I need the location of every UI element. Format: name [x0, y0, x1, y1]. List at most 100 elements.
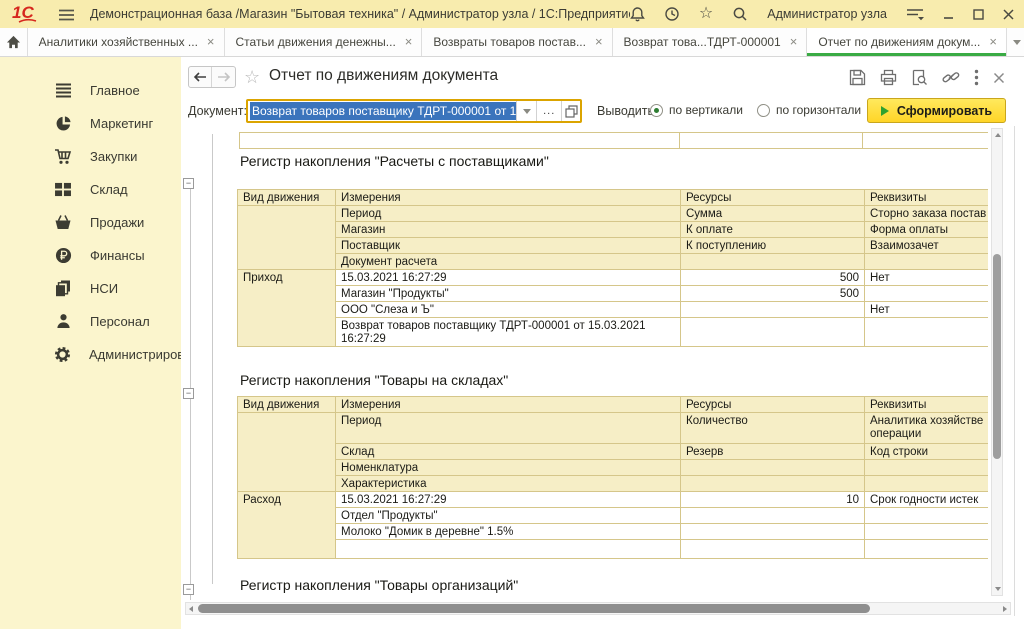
sidebar-item-label: НСИ: [90, 281, 118, 296]
service-menu-icon[interactable]: [906, 7, 924, 21]
column-header: Ресурсы: [681, 397, 865, 413]
tab-label: Возвраты товаров постав...: [433, 35, 586, 49]
notifications-bell-icon[interactable]: [630, 6, 645, 22]
vertical-scroll-thumb[interactable]: [993, 254, 1001, 459]
close-window-button[interactable]: [1003, 9, 1014, 20]
1c-logo[interactable]: 1С: [12, 3, 46, 25]
table-cell: Характеристика: [336, 476, 681, 492]
radio-label: по горизонтали: [776, 103, 861, 117]
maximize-button[interactable]: [973, 9, 984, 20]
column-header: Вид движения: [238, 190, 336, 206]
back-button[interactable]: [189, 67, 212, 87]
document-dropdown-button[interactable]: [516, 101, 536, 121]
sidebar-item-marketing[interactable]: Маркетинг: [0, 108, 181, 138]
grid-icon: [54, 181, 72, 198]
column-header: Реквизиты: [865, 190, 989, 206]
table-row-partial: [239, 132, 988, 149]
tab-cashflow-items[interactable]: Статьи движения денежны... ×: [225, 28, 423, 56]
user-name[interactable]: Администратор узла: [767, 7, 887, 21]
register-title-org-goods: Регистр накопления "Товары организаций": [240, 577, 518, 593]
radio-vertical[interactable]: по вертикали: [650, 103, 743, 117]
horizontal-scroll-thumb[interactable]: [198, 604, 870, 613]
history-icon[interactable]: [664, 6, 680, 22]
scroll-right-icon[interactable]: [1003, 606, 1007, 612]
tab-close-icon[interactable]: ×: [405, 36, 413, 48]
more-menu-icon[interactable]: [974, 69, 979, 86]
minimize-button[interactable]: [943, 9, 954, 20]
titlebar: 1С Демонстрационная база /Магазин "Бытов…: [0, 0, 1024, 28]
table-cell: Резерв: [681, 444, 865, 460]
print-icon[interactable]: [880, 69, 897, 86]
horizontal-scrollbar[interactable]: [185, 602, 1011, 615]
movement-type-income: Приход: [238, 270, 336, 347]
column-header: Измерения: [336, 190, 681, 206]
table-cell: [681, 540, 865, 559]
tab-bar: Аналитики хозяйственных ... × Статьи дви…: [0, 28, 1024, 57]
tab-return-document[interactable]: Возврат това...ТДРТ-000001 ×: [613, 28, 808, 56]
generate-button[interactable]: Сформировать: [867, 98, 1006, 123]
chevron-down-icon: [1013, 40, 1021, 45]
table-cell: [238, 413, 336, 492]
close-form-icon[interactable]: [993, 72, 1005, 84]
vertical-scrollbar[interactable]: [991, 128, 1003, 596]
books-stack-icon: [54, 280, 72, 297]
document-choose-button[interactable]: ...: [536, 101, 561, 121]
tab-returns-list[interactable]: Возвраты товаров постав... ×: [422, 28, 612, 56]
sidebar-item-administration[interactable]: Администрирование: [0, 339, 181, 369]
command-bar: Документ: Возврат товаров поставщику ТДР…: [181, 95, 1024, 129]
scroll-left-icon[interactable]: [189, 606, 193, 612]
scroll-down-icon[interactable]: [995, 587, 1001, 591]
sidebar-item-main[interactable]: Главное: [0, 75, 181, 105]
sidebar-item-personnel[interactable]: Персонал: [0, 306, 181, 336]
sidebar-item-label: Маркетинг: [90, 116, 153, 131]
tab-analytics[interactable]: Аналитики хозяйственных ... ×: [28, 28, 225, 56]
tabs-overflow-button[interactable]: [1009, 28, 1024, 56]
radio-label: по вертикали: [669, 103, 743, 117]
sidebar-item-label: Продажи: [90, 215, 144, 230]
favorites-star-icon[interactable]: ☆: [699, 6, 713, 22]
sidebar-item-warehouse[interactable]: Склад: [0, 174, 181, 204]
sidebar-item-label: Закупки: [90, 149, 137, 164]
scroll-up-icon[interactable]: [995, 133, 1001, 137]
tab-document-movements-report[interactable]: Отчет по движениям докум... ×: [807, 28, 1007, 56]
home-tab[interactable]: [0, 28, 28, 56]
table-cell: Склад: [336, 444, 681, 460]
column-header: Ресурсы: [681, 190, 865, 206]
register-table-suppliers: Вид движения Измерения Ресурсы Реквизиты…: [237, 189, 988, 347]
table-cell: Нет: [865, 270, 989, 286]
document-input[interactable]: Возврат товаров поставщику ТДРТ-000001 о…: [248, 101, 516, 121]
tab-close-icon[interactable]: ×: [595, 36, 603, 48]
grouping-line: [212, 134, 213, 584]
document-open-icon[interactable]: [561, 101, 580, 121]
print-preview-icon[interactable]: [911, 69, 928, 86]
table-cell: Период: [336, 413, 681, 444]
save-icon[interactable]: [849, 69, 866, 86]
ruble-circle-icon: [54, 247, 72, 264]
table-cell: Молоко "Домик в деревне" 1.5%: [336, 524, 681, 540]
table-cell: [862, 132, 988, 149]
table-cell: [865, 524, 989, 540]
sidebar-item-finance[interactable]: Финансы: [0, 240, 181, 270]
collapse-group-icon[interactable]: −: [183, 178, 194, 189]
report-area: − − − Регистр накопления "Расчеты с пост…: [181, 126, 1024, 629]
radio-horizontal[interactable]: по горизонтали: [757, 103, 861, 117]
collapse-group-icon[interactable]: −: [183, 388, 194, 399]
table-cell: Магазин: [336, 222, 681, 238]
sidebar-item-sales[interactable]: Продажи: [0, 207, 181, 237]
document-input-selected-text: Возврат товаров поставщику ТДРТ-000001 о…: [250, 102, 516, 120]
favorite-star-icon[interactable]: ☆: [244, 67, 260, 88]
sidebar-item-nsi[interactable]: НСИ: [0, 273, 181, 303]
tab-close-icon[interactable]: ×: [989, 36, 997, 48]
table-cell: [865, 460, 989, 476]
tab-close-icon[interactable]: ×: [207, 36, 215, 48]
search-icon[interactable]: [732, 6, 748, 22]
forward-button[interactable]: [212, 67, 235, 87]
collapse-group-icon[interactable]: −: [183, 584, 194, 595]
table-cell: Поставщик: [336, 238, 681, 254]
get-link-icon[interactable]: [942, 69, 960, 86]
main-menu-icon[interactable]: [58, 8, 75, 26]
1c-logo-swoosh: [18, 18, 38, 24]
sidebar-item-purchases[interactable]: Закупки: [0, 141, 181, 171]
tab-close-icon[interactable]: ×: [790, 36, 798, 48]
table-cell: [336, 540, 681, 559]
